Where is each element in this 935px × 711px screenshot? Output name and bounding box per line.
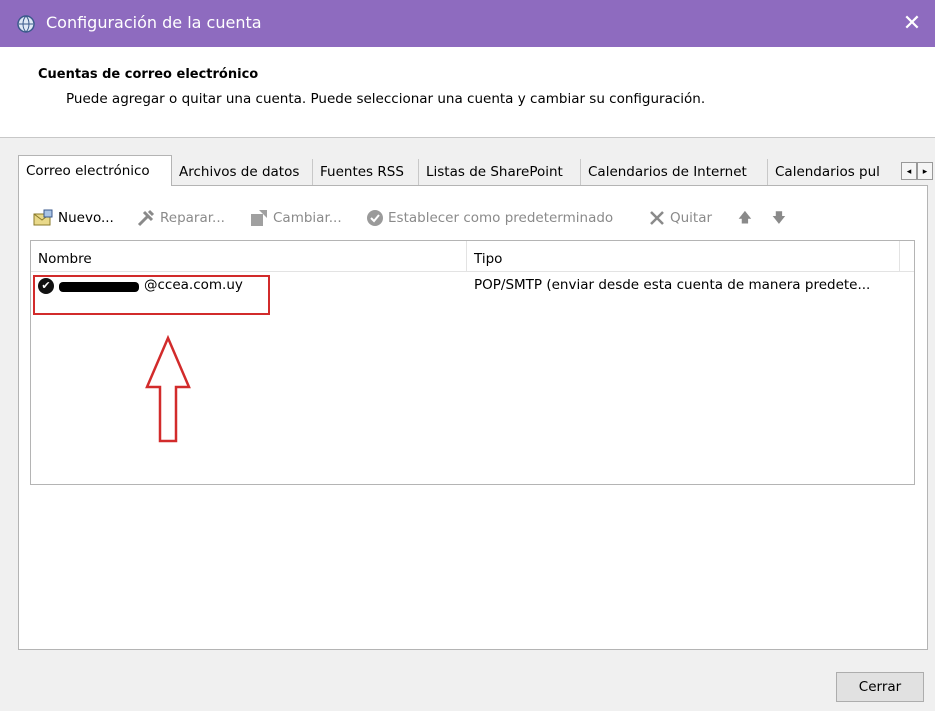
tab-email[interactable]: Correo electrónico: [18, 155, 172, 186]
tab-strip: Correo electrónico Archivos de datos Fue…: [18, 155, 935, 186]
list-header: Nombre Tipo: [31, 241, 914, 272]
move-down-icon[interactable]: 🡇: [772, 207, 786, 229]
new-button-label: Nuevo...: [58, 210, 114, 226]
close-button[interactable]: Cerrar: [836, 672, 924, 702]
header-title: Cuentas de correo electrónico: [38, 67, 259, 82]
remove-x-icon: [650, 211, 664, 225]
repair-button[interactable]: Reparar...: [136, 207, 225, 229]
tab-published-calendars[interactable]: Calendarios pul: [768, 159, 904, 185]
set-default-button[interactable]: Establecer como predeterminado: [366, 207, 613, 229]
annotation-highlight-box: [33, 275, 270, 315]
tab-scroll-right-icon[interactable]: ▸: [917, 162, 933, 180]
header-subtitle: Puede agregar o quitar una cuenta. Puede…: [66, 91, 706, 107]
change-button-label: Cambiar...: [273, 210, 342, 226]
title-bar: Configuración de la cuenta ✕: [0, 0, 935, 47]
column-divider[interactable]: [466, 241, 467, 271]
dialog-header: Cuentas de correo electrónico Puede agre…: [0, 47, 935, 138]
tab-internet-calendars[interactable]: Calendarios de Internet: [581, 159, 768, 185]
new-button[interactable]: Nuevo...: [32, 207, 114, 229]
toolbar: Nuevo... Reparar... Cambiar... Establece…: [16, 207, 916, 229]
move-up-icon[interactable]: 🡅: [738, 207, 752, 229]
repair-button-label: Reparar...: [160, 210, 225, 226]
column-header-type[interactable]: Tipo: [474, 251, 502, 267]
column-header-name[interactable]: Nombre: [38, 251, 92, 267]
new-account-icon: [33, 209, 53, 226]
set-default-button-label: Establecer como predeterminado: [388, 210, 614, 226]
tab-rss-feeds[interactable]: Fuentes RSS: [313, 159, 419, 185]
column-divider[interactable]: [899, 241, 900, 271]
tab-scroll-left-icon[interactable]: ◂: [901, 162, 917, 180]
account-type: POP/SMTP (enviar desde esta cuenta de ma…: [474, 277, 871, 293]
window-title: Configuración de la cuenta: [46, 13, 262, 32]
account-settings-window: Configuración de la cuenta ✕ Cuentas de …: [0, 0, 935, 711]
change-button[interactable]: Cambiar...: [249, 207, 342, 229]
remove-button[interactable]: Quitar: [648, 207, 712, 229]
repair-tools-icon: [137, 209, 155, 227]
change-icon: [251, 210, 267, 226]
tab-data-files[interactable]: Archivos de datos: [172, 159, 313, 185]
close-icon[interactable]: ✕: [889, 0, 935, 47]
tab-sharepoint-lists[interactable]: Listas de SharePoint: [419, 159, 581, 185]
remove-button-label: Quitar: [670, 210, 713, 226]
outlook-globe-icon: [17, 15, 35, 33]
annotation-up-arrow: [145, 335, 191, 443]
check-circle-icon: [367, 210, 383, 226]
